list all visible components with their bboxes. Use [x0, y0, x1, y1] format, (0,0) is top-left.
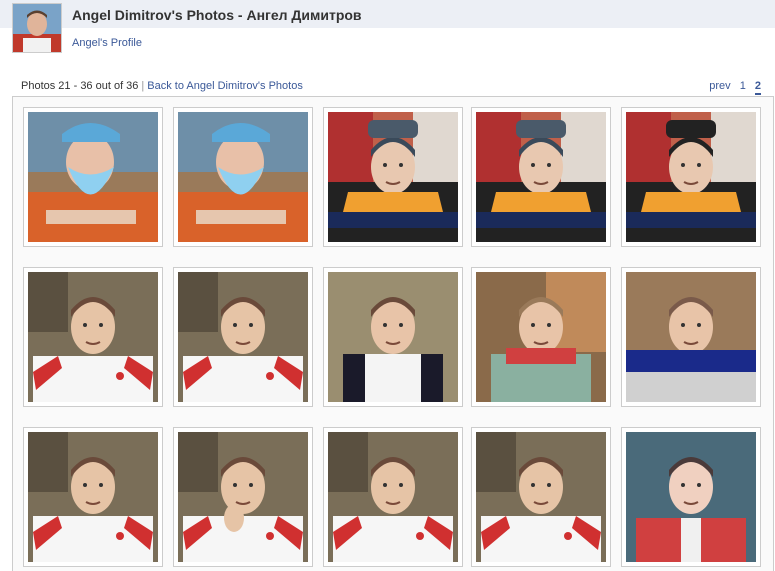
photo-thumbnail[interactable]	[471, 267, 611, 407]
photo-thumbnail[interactable]	[323, 267, 463, 407]
photo-thumbnail[interactable]	[23, 427, 163, 567]
photo-image	[476, 112, 606, 242]
photo-image	[28, 432, 158, 562]
page-2-current[interactable]: 2	[754, 80, 761, 95]
pagination: prev 1 2	[703, 80, 761, 95]
photo-thumbnail[interactable]	[621, 427, 761, 567]
photo-image	[178, 272, 308, 402]
back-to-photos-link[interactable]: Back to Angel Dimitrov's Photos	[147, 80, 303, 92]
photo-image	[328, 272, 458, 402]
profile-link[interactable]: Angel's Profile	[72, 37, 142, 49]
photo-thumbnail[interactable]	[23, 267, 163, 407]
photo-thumbnail[interactable]	[23, 107, 163, 247]
photo-image	[476, 432, 606, 562]
photo-thumbnail[interactable]	[323, 107, 463, 247]
photo-image	[28, 272, 158, 402]
photo-thumbnail[interactable]	[173, 107, 313, 247]
page-title: Angel Dimitrov's Photos - Ангел Димитров	[72, 7, 362, 23]
photo-image	[626, 272, 756, 402]
photo-thumbnail[interactable]	[323, 427, 463, 567]
photo-thumbnail[interactable]	[621, 267, 761, 407]
photo-image	[476, 272, 606, 402]
avatar[interactable]	[12, 3, 62, 53]
photo-image	[626, 112, 756, 242]
album-toolbar: Photos 21 - 36 out of 36 | Back to Angel D…	[21, 80, 761, 95]
photo-image	[28, 112, 158, 242]
photo-thumbnail[interactable]	[173, 267, 313, 407]
photo-image	[626, 432, 756, 562]
page-1-link[interactable]: 1	[740, 80, 746, 92]
page-header: Angel Dimitrov's Photos - Ангел Димитров…	[0, 0, 775, 56]
photo-image	[178, 432, 308, 562]
prev-page-link[interactable]: prev	[709, 80, 730, 92]
photo-thumbnail[interactable]	[471, 107, 611, 247]
photo-image	[328, 112, 458, 242]
photo-grid	[12, 96, 774, 571]
separator: |	[141, 80, 145, 92]
photo-thumbnail[interactable]	[471, 427, 611, 567]
photo-thumbnail[interactable]	[173, 427, 313, 567]
photo-image	[328, 432, 458, 562]
photo-thumbnail[interactable]	[621, 107, 761, 247]
photo-image	[178, 112, 308, 242]
photo-count-text: Photos 21 - 36 out of 36	[21, 80, 139, 92]
photo-count: Photos 21 - 36 out of 36 | Back to Angel D…	[21, 80, 303, 92]
